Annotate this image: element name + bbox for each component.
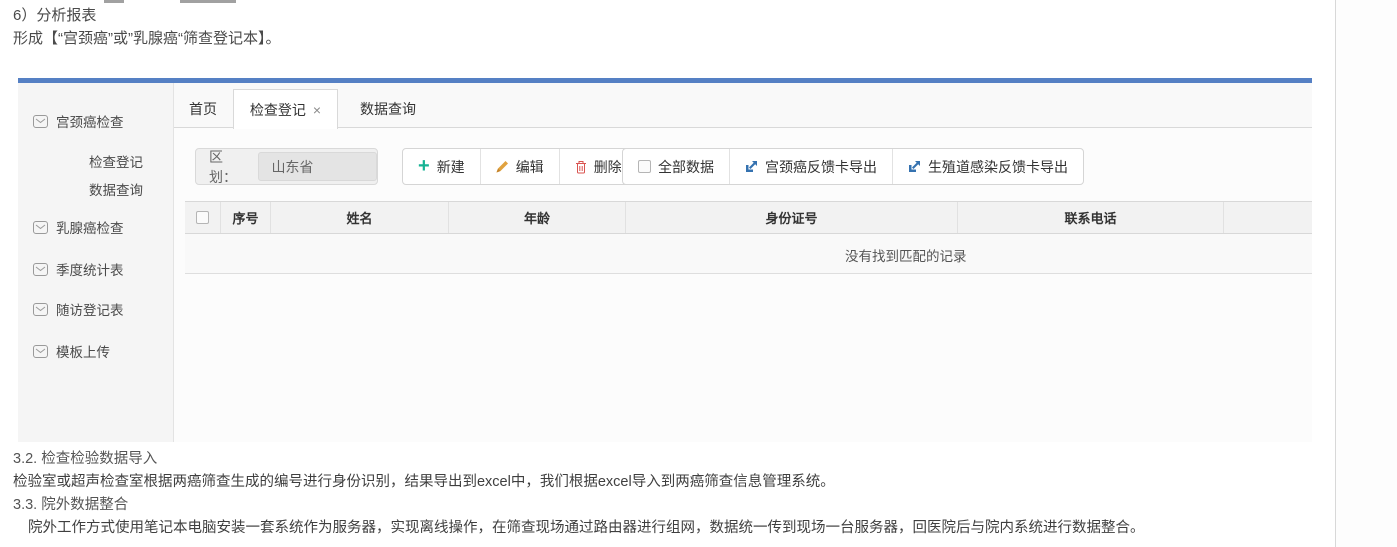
doc-line: 检验室或超声检查室根据两癌筛查生成的编号进行身份识别，结果导出到excel中，我… xyxy=(13,471,1145,494)
doc-heading: 3.3. 院外数据整合 xyxy=(13,494,1145,517)
sidebar-item-data-query[interactable]: 数据查询 xyxy=(89,179,143,199)
page: 6）分析报表 形成【“宫颈癌”或”乳腺癌“筛查登记本】。 宫颈癌检查 检查登记 … xyxy=(0,0,1397,547)
column-header-phone[interactable]: 联系电话 xyxy=(958,202,1224,233)
column-header-spacer xyxy=(1224,202,1312,233)
mail-icon xyxy=(33,303,48,316)
doc-text-top: 6）分析报表 形成【“宫颈癌”或”乳腺癌“筛查登记本】。 xyxy=(13,4,280,50)
clipped-line-fragment xyxy=(180,0,236,3)
delete-button-label: 删除 xyxy=(594,157,622,177)
new-button[interactable]: + 新建 xyxy=(403,149,481,184)
region-field: 区划： 山东省 xyxy=(195,148,378,185)
sidebar: 宫颈癌检查 检查登记 数据查询 乳腺癌检查 季度统计表 xyxy=(18,83,174,442)
sidebar-item-template-upload[interactable]: 模板上传 xyxy=(33,341,110,361)
data-table: 序号 姓名 年龄 身份证号 联系电话 没有找到匹配的记录 xyxy=(185,201,1312,274)
page-boundary-line xyxy=(1335,0,1336,547)
table-empty-row: 没有找到匹配的记录 xyxy=(185,234,1312,274)
crud-button-group: + 新建 编辑 删除 xyxy=(402,148,638,185)
sidebar-item-label: 随访登记表 xyxy=(56,299,124,319)
export-infection-label: 生殖道感染反馈卡导出 xyxy=(928,157,1068,177)
trash-icon xyxy=(575,160,587,174)
region-label: 区划： xyxy=(196,147,258,187)
edit-button-label: 编辑 xyxy=(516,157,544,177)
tab-label: 数据查询 xyxy=(360,99,416,119)
page-margin-area xyxy=(1336,0,1397,547)
clipped-line-fragment xyxy=(104,0,124,3)
doc-line: 形成【“宫颈癌”或”乳腺癌“筛查登记本】。 xyxy=(13,27,280,50)
mail-icon xyxy=(33,263,48,276)
new-button-label: 新建 xyxy=(437,157,465,177)
column-header-name[interactable]: 姓名 xyxy=(271,202,449,233)
mail-icon xyxy=(33,221,48,234)
sidebar-item-label: 乳腺癌检查 xyxy=(56,217,124,237)
sidebar-item-quarterly-stats[interactable]: 季度统计表 xyxy=(33,259,124,279)
sidebar-item-label: 检查登记 xyxy=(89,151,143,171)
doc-line: 6）分析报表 xyxy=(13,4,280,27)
doc-heading: 3.2. 检查检验数据导入 xyxy=(13,448,1145,471)
tab-data-query[interactable]: 数据查询 xyxy=(343,89,433,128)
tab-exam-registration[interactable]: 检查登记 × xyxy=(233,89,338,129)
sidebar-item-label: 季度统计表 xyxy=(56,259,124,279)
app-panel: 宫颈癌检查 检查登记 数据查询 乳腺癌检查 季度统计表 xyxy=(18,78,1312,442)
export-cervical-feedback-button[interactable]: 宫颈癌反馈卡导出 xyxy=(730,149,893,184)
export-cervical-label: 宫颈癌反馈卡导出 xyxy=(765,157,877,177)
sidebar-item-label: 模板上传 xyxy=(56,341,110,361)
export-genital-infection-feedback-button[interactable]: 生殖道感染反馈卡导出 xyxy=(893,149,1083,184)
column-header-age[interactable]: 年龄 xyxy=(449,202,626,233)
tab-label: 首页 xyxy=(189,99,217,119)
all-data-checkbox[interactable] xyxy=(638,160,651,173)
mail-icon xyxy=(33,115,48,128)
pencil-icon xyxy=(496,160,509,173)
edit-button[interactable]: 编辑 xyxy=(481,149,560,184)
sidebar-item-breast-cancer-exam[interactable]: 乳腺癌检查 xyxy=(33,217,124,237)
sidebar-item-exam-registration[interactable]: 检查登记 xyxy=(89,151,143,171)
tab-bar: 首页 检查登记 × 数据查询 xyxy=(174,83,1312,128)
doc-text-bottom: 3.2. 检查检验数据导入 检验室或超声检查室根据两癌筛查生成的编号进行身份识别… xyxy=(13,448,1145,540)
select-all-cell xyxy=(185,202,221,233)
column-header-index[interactable]: 序号 xyxy=(221,202,271,233)
all-data-label: 全部数据 xyxy=(658,157,714,177)
export-button-group: 全部数据 宫颈癌反馈卡导出 生殖道感染反馈卡导出 xyxy=(622,148,1084,185)
sidebar-item-followup-registry[interactable]: 随访登记表 xyxy=(33,299,124,319)
tab-label: 检查登记 xyxy=(250,100,306,120)
close-icon[interactable]: × xyxy=(313,102,321,118)
select-all-checkbox[interactable] xyxy=(196,211,209,224)
all-data-toggle[interactable]: 全部数据 xyxy=(623,149,730,184)
table-header-row: 序号 姓名 年龄 身份证号 联系电话 xyxy=(185,201,1312,234)
sidebar-item-label: 宫颈癌检查 xyxy=(56,111,124,131)
sidebar-item-label: 数据查询 xyxy=(89,179,143,199)
main-content: 首页 检查登记 × 数据查询 区划： 山东省 + xyxy=(174,83,1312,442)
doc-line: 院外工作方式使用笔记本电脑安装一套系统作为服务器，实现离线操作，在筛查现场通过路… xyxy=(13,517,1145,540)
export-icon xyxy=(745,160,758,173)
mail-icon xyxy=(33,345,48,358)
empty-message: 没有找到匹配的记录 xyxy=(845,245,967,265)
column-header-id-number[interactable]: 身份证号 xyxy=(626,202,958,233)
sidebar-item-cervical-cancer-exam[interactable]: 宫颈癌检查 xyxy=(33,111,124,131)
tab-home[interactable]: 首页 xyxy=(176,89,230,128)
toolbar: 区划： 山东省 + 新建 编辑 xyxy=(174,128,1312,188)
plus-icon: + xyxy=(418,156,430,176)
export-icon xyxy=(908,160,921,173)
region-input[interactable]: 山东省 xyxy=(258,152,377,181)
